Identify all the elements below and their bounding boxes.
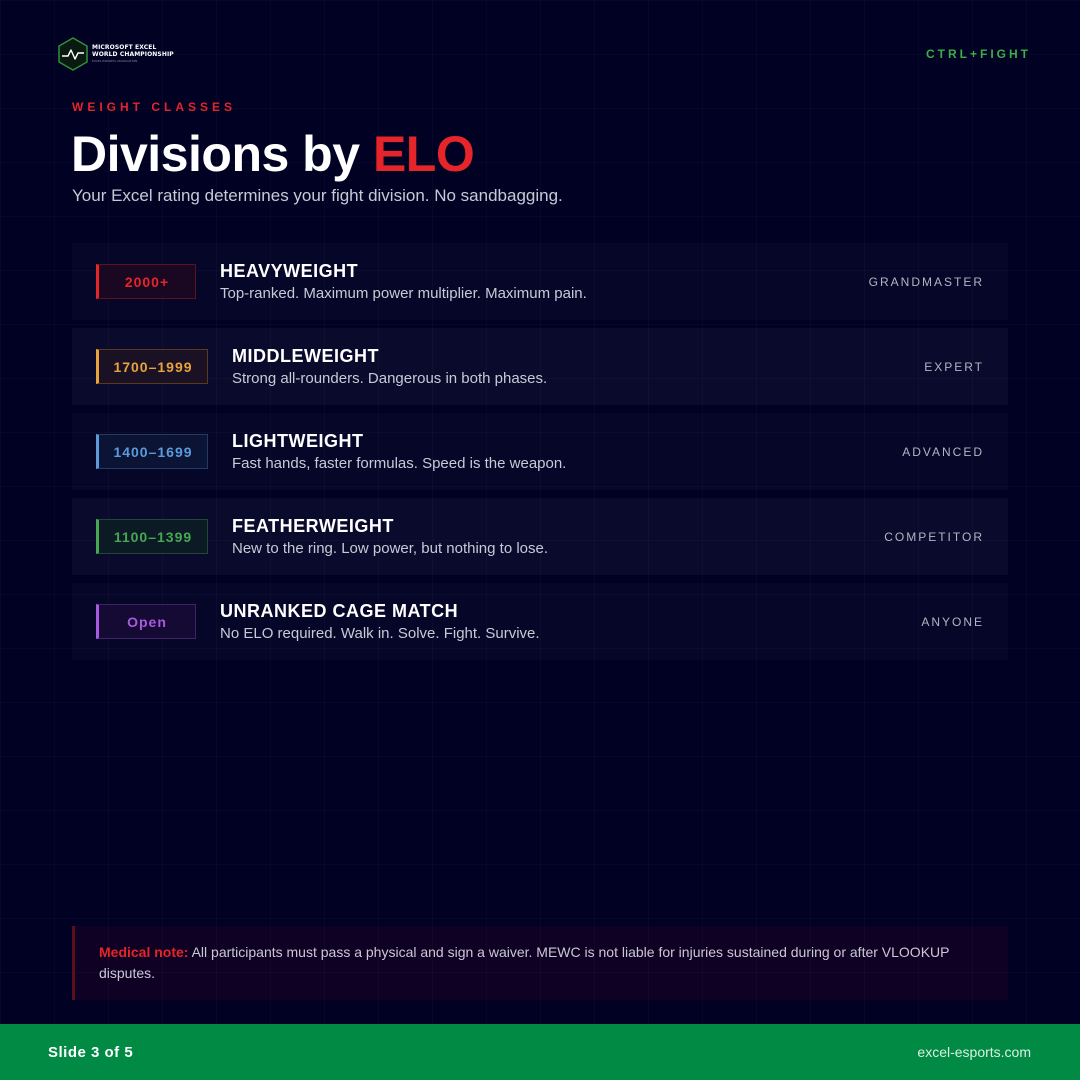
- page-title: Divisions by ELO: [71, 124, 475, 184]
- footer-website: excel-esports.com: [917, 1044, 1031, 1060]
- division-name: UNRANKED CAGE MATCH: [220, 600, 459, 621]
- division-description: No ELO required. Walk in. Solve. Fight. …: [220, 624, 540, 642]
- division-level: EXPERT: [924, 359, 984, 374]
- footer-bar: Slide 3 of 5 excel-esports.com: [0, 1024, 1080, 1080]
- medical-note-text: All participants must pass a physical an…: [99, 944, 950, 981]
- division-row-lightweight: 1400–1699 LIGHTWEIGHT Fast hands, faster…: [72, 413, 1008, 490]
- division-row-middleweight: 1700–1999 MIDDLEWEIGHT Strong all-rounde…: [72, 328, 1008, 405]
- division-name: MIDDLEWEIGHT: [232, 345, 379, 366]
- division-list: 2000+ HEAVYWEIGHT Top-ranked. Maximum po…: [72, 243, 1008, 668]
- title-accent: ELO: [372, 126, 475, 182]
- medical-note-label: Medical note:: [99, 944, 189, 960]
- hexagon-logo-icon: [57, 37, 89, 71]
- division-row-featherweight: 1100–1399 FEATHERWEIGHT New to the ring.…: [72, 498, 1008, 575]
- logo-wordmark: MICROSOFT EXCEL WORLD CHAMPIONSHIP EXCEL…: [92, 45, 174, 63]
- division-info: HEAVYWEIGHT Top-ranked. Maximum power mu…: [220, 261, 869, 303]
- division-row-heavyweight: 2000+ HEAVYWEIGHT Top-ranked. Maximum po…: [72, 243, 1008, 320]
- header-tag: CTRL+FIGHT: [926, 47, 1031, 61]
- division-info: LIGHTWEIGHT Fast hands, faster formulas.…: [232, 431, 902, 473]
- division-name: LIGHTWEIGHT: [232, 430, 364, 451]
- elo-range-badge: Open: [96, 604, 196, 639]
- title-main: Divisions by: [71, 126, 373, 182]
- division-name: FEATHERWEIGHT: [232, 515, 394, 536]
- slide: MICROSOFT EXCEL WORLD CHAMPIONSHIP EXCEL…: [0, 0, 1080, 1080]
- elo-range-badge: 1400–1699: [96, 434, 208, 469]
- division-level: GRANDMASTER: [868, 274, 984, 289]
- division-row-unranked: Open UNRANKED CAGE MATCH No ELO required…: [72, 583, 1008, 660]
- division-info: UNRANKED CAGE MATCH No ELO required. Wal…: [220, 601, 921, 643]
- division-description: New to the ring. Low power, but nothing …: [232, 539, 549, 557]
- division-level: ADVANCED: [902, 444, 984, 459]
- slide-counter: Slide 3 of 5: [48, 1043, 134, 1061]
- division-description: Fast hands, faster formulas. Speed is th…: [232, 454, 567, 472]
- section-eyebrow: WEIGHT CLASSES: [72, 100, 237, 114]
- logo-subline: EXCEL ESPORTS ASSOCIATION: [92, 59, 138, 63]
- division-level: ANYONE: [921, 614, 984, 629]
- elo-range-badge: 1700–1999: [96, 349, 208, 384]
- division-info: FEATHERWEIGHT New to the ring. Low power…: [232, 516, 884, 558]
- page-subtitle: Your Excel rating determines your fight …: [72, 186, 563, 205]
- division-info: MIDDLEWEIGHT Strong all-rounders. Danger…: [232, 346, 924, 388]
- elo-range-badge: 2000+: [96, 264, 196, 299]
- division-description: Strong all-rounders. Dangerous in both p…: [232, 369, 548, 387]
- medical-note: Medical note: All participants must pass…: [72, 926, 1008, 1000]
- division-level: COMPETITOR: [884, 529, 984, 544]
- mewc-logo: MICROSOFT EXCEL WORLD CHAMPIONSHIP EXCEL…: [57, 37, 174, 71]
- division-description: Top-ranked. Maximum power multiplier. Ma…: [220, 284, 587, 302]
- logo-line-2: WORLD CHAMPIONSHIP: [92, 51, 174, 58]
- division-name: HEAVYWEIGHT: [220, 260, 359, 281]
- elo-range-badge: 1100–1399: [96, 519, 208, 554]
